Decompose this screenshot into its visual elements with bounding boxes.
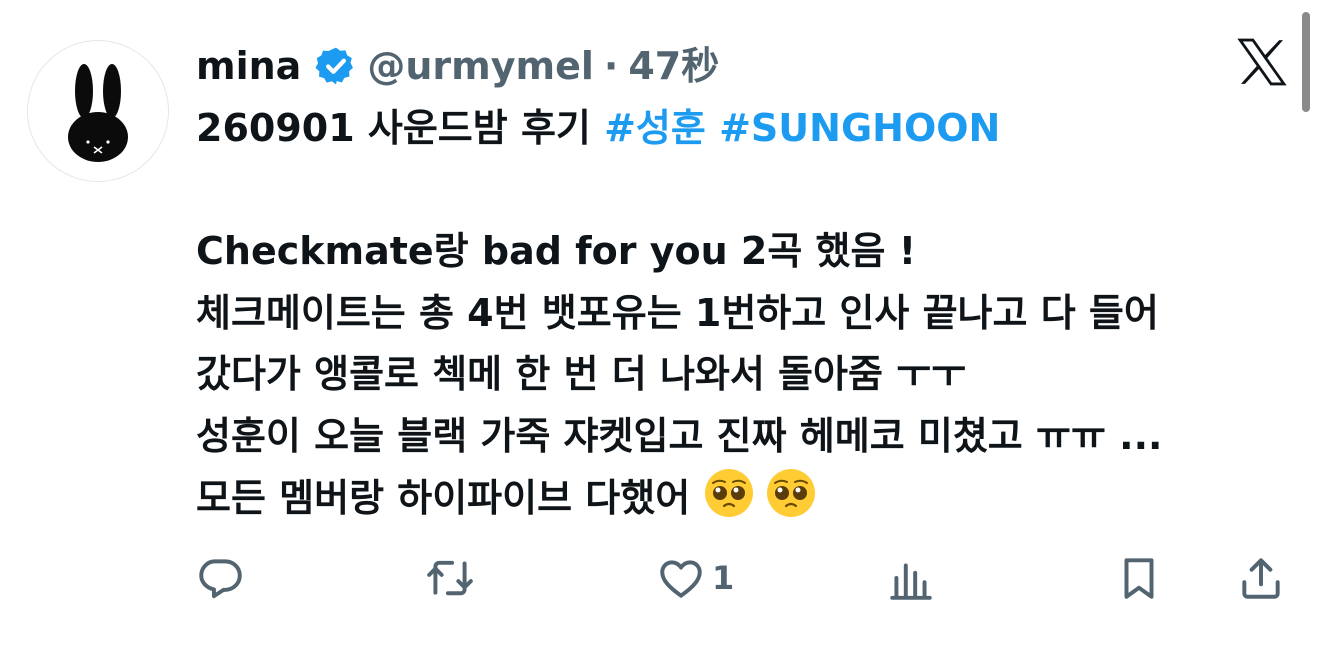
hashtag-sunghoon-kr[interactable]: #성훈 <box>604 106 706 150</box>
post-line-5: 갔다가 앵콜로 첵메 한 번 더 나와서 돌아줌 ㅜㅜ <box>196 352 967 396</box>
avatar[interactable] <box>27 40 169 182</box>
reply-button[interactable] <box>195 548 251 608</box>
bookmark-icon <box>1124 558 1154 599</box>
x-logo[interactable] <box>1234 34 1290 90</box>
timestamp[interactable]: 47秒 <box>628 38 719 94</box>
post-line-1-text: 260901 사운드밤 후기 <box>196 106 605 150</box>
views-icon <box>890 563 932 600</box>
post-line-1: 260901 사운드밤 후기 #성훈 #SUNGHOON <box>196 98 1306 160</box>
post-line-6: 성훈이 오늘 블랙 가죽 쟈켓입고 진짜 헤메코 미쳤고 ㅠㅠ ... <box>196 413 1163 458</box>
post-line-7: 모든 멤버랑 하이파이브 다했어 <box>196 467 1306 529</box>
handle[interactable]: @urmymel <box>367 38 594 94</box>
like-button[interactable]: 1 <box>656 548 734 608</box>
bookmark-button[interactable] <box>1114 548 1164 608</box>
post-line-7-text: 모든 멤버랑 하이파이브 다했어 <box>196 476 691 520</box>
post-line-3: Checkmate랑 bad for you 2곡 했음 ! <box>196 229 917 273</box>
post-line-4: 체크메이트는 총 4번 뱃포유는 1번하고 인사 끝나고 다 들어 <box>196 290 1159 335</box>
pleading-face-emoji-icon <box>705 469 754 517</box>
views-button[interactable] <box>886 548 942 608</box>
bunny-avatar-image <box>68 64 128 162</box>
share-button[interactable] <box>1236 548 1286 608</box>
post-header: mina @urmymel · 47秒 <box>196 38 719 94</box>
post-text: 260901 사운드밤 후기 #성훈 #SUNGHOON Checkmate랑 … <box>196 98 1306 529</box>
display-name[interactable]: mina <box>196 38 301 94</box>
tweet: mina @urmymel · 47秒 260901 사운드밤 후기 #성훈 #… <box>0 0 1320 645</box>
verified-badge-icon <box>315 47 354 85</box>
repost-icon <box>427 560 473 596</box>
post-line-2 <box>196 160 1306 222</box>
reply-icon <box>199 559 242 599</box>
pleading-face-emoji-icon-2 <box>767 469 816 517</box>
like-count: 1 <box>712 559 735 597</box>
heart-icon <box>660 560 702 598</box>
separator-dot: · <box>603 44 619 88</box>
hashtag-sunghoon-en[interactable]: #SUNGHOON <box>719 106 1000 150</box>
share-icon <box>1242 558 1280 599</box>
scrollbar[interactable] <box>1302 12 1310 112</box>
repost-button[interactable] <box>425 548 481 608</box>
action-bar: 1 <box>0 548 1320 608</box>
